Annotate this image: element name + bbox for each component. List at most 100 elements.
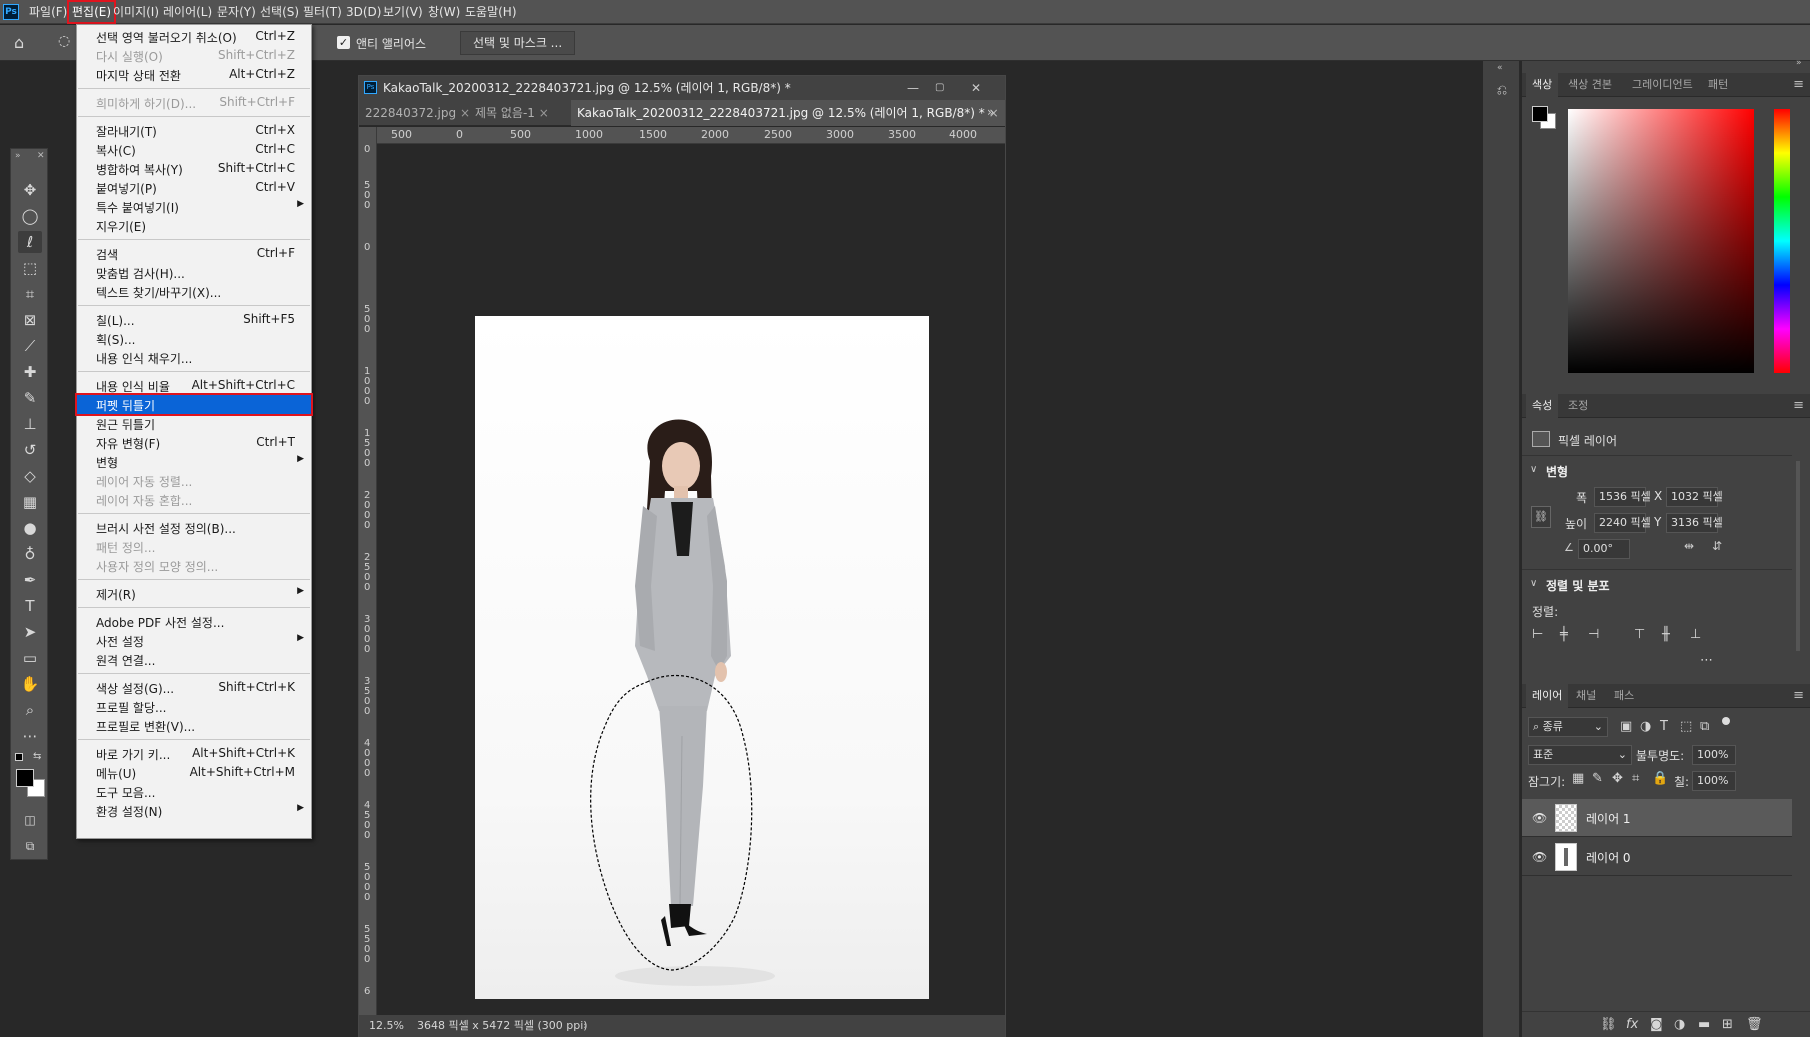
- edit-menu-item[interactable]: 메뉴(U) Alt+Shift+Ctrl+M: [77, 763, 311, 782]
- delete-layer-icon[interactable]: 🗑: [1746, 1017, 1763, 1032]
- edit-menu-item[interactable]: 지우기(E): [77, 216, 311, 235]
- adjustment-layer-icon[interactable]: ◑: [1674, 1017, 1685, 1032]
- filter-type-icon[interactable]: T: [1660, 719, 1668, 734]
- edit-menu-item[interactable]: 특수 붙여넣기(I) ▶: [77, 197, 311, 216]
- tab-kakaotalk[interactable]: KakaoTalk_20200312_2228403721.jpg @ 12.5…: [571, 100, 1005, 126]
- lock-artboard-icon[interactable]: ⌗: [1632, 771, 1639, 786]
- edit-menu-item[interactable]: 맞춤법 검사(H)...: [77, 263, 311, 282]
- panel-menu-icon[interactable]: ≡: [1793, 688, 1804, 703]
- tab-close-icon[interactable]: ×: [539, 106, 549, 120]
- edit-menu-item[interactable]: 자유 변형(F) Ctrl+T: [77, 433, 311, 452]
- chevron-down-icon[interactable]: ∨: [1530, 578, 1537, 589]
- filter-pixel-icon[interactable]: ▣: [1620, 719, 1632, 734]
- foreground-color-swatch[interactable]: [16, 769, 34, 787]
- more-tools-icon[interactable]: ⋯: [18, 725, 42, 747]
- link-icon[interactable]: ⛓: [1531, 506, 1551, 528]
- edit-menu-item[interactable]: 브러시 사전 설정 정의(B)...: [77, 518, 311, 537]
- lasso-preset-icon[interactable]: ◌: [58, 33, 70, 49]
- status-more-icon[interactable]: ›: [583, 1015, 587, 1037]
- healing-brush-tool-icon[interactable]: ✚: [18, 361, 42, 383]
- tab-222840372[interactable]: 222840372.jpg ×: [359, 100, 476, 126]
- menu-view[interactable]: 보기(V): [380, 0, 426, 24]
- filter-smart-object-icon[interactable]: ⧉: [1700, 719, 1709, 734]
- edit-menu-item[interactable]: 내용 인식 비율 Alt+Shift+Ctrl+C: [77, 376, 311, 395]
- edit-menu-item[interactable]: 검색 Ctrl+F: [77, 244, 311, 263]
- chevron-down-icon[interactable]: ∨: [1530, 464, 1537, 475]
- pen-tool-icon[interactable]: ✒: [18, 569, 42, 591]
- marquee-tool-icon[interactable]: ◯: [18, 205, 42, 227]
- align-right-icon[interactable]: ⊣: [1588, 627, 1599, 642]
- collapse-toolbar-icon[interactable]: »: [15, 151, 21, 161]
- edit-menu-item[interactable]: 색상 설정(G)... Shift+Ctrl+K: [77, 678, 311, 697]
- path-selection-tool-icon[interactable]: ➤: [18, 621, 42, 643]
- x-field[interactable]: 1032 픽셀: [1666, 487, 1723, 507]
- document-title-bar[interactable]: Ps KakaoTalk_20200312_2228403721.jpg @ 1…: [359, 76, 1005, 100]
- edit-menu-item[interactable]: 변형 ▶: [77, 452, 311, 471]
- frame-tool-icon[interactable]: ⊠: [18, 309, 42, 331]
- edit-menu-item[interactable]: 병합하여 복사(Y) Shift+Ctrl+C: [77, 159, 311, 178]
- close-icon[interactable]: ✕: [971, 76, 981, 100]
- tab-gradients[interactable]: 그레이디언트: [1626, 73, 1699, 97]
- menu-help[interactable]: 도움말(H): [462, 0, 520, 24]
- panel-menu-icon[interactable]: ≡: [1793, 398, 1804, 413]
- angle-field[interactable]: 0.00°: [1578, 539, 1630, 559]
- layer-row[interactable]: 👁 레이어 0: [1522, 838, 1792, 876]
- blur-tool-icon[interactable]: ●: [18, 517, 42, 539]
- lock-all-icon[interactable]: 🔒: [1652, 771, 1668, 786]
- maximize-icon[interactable]: ▢: [935, 76, 944, 100]
- edit-menu-item[interactable]: 도구 모음...: [77, 782, 311, 801]
- edit-menu-item[interactable]: 선택 영역 불러오기 취소(O) Ctrl+Z: [77, 27, 311, 46]
- width-field[interactable]: 1536 픽셀: [1594, 487, 1651, 507]
- edit-menu-item[interactable]: 복사(C) Ctrl+C: [77, 140, 311, 159]
- fill-field[interactable]: 100%: [1692, 771, 1736, 791]
- edit-menu-item[interactable]: Adobe PDF 사전 설정...: [77, 612, 311, 631]
- tab-swatches[interactable]: 색상 견본: [1562, 73, 1618, 97]
- eraser-tool-icon[interactable]: ◇: [18, 465, 42, 487]
- edit-menu-item[interactable]: 제거(R) ▶: [77, 584, 311, 603]
- align-left-icon[interactable]: ⊢: [1532, 627, 1543, 642]
- properties-scrollbar[interactable]: [1796, 461, 1800, 651]
- anti-alias-checkbox[interactable]: ✓: [337, 36, 350, 49]
- edit-menu-item[interactable]: 마지막 상태 전환 Alt+Ctrl+Z: [77, 65, 311, 84]
- visibility-eye-icon[interactable]: 👁: [1532, 811, 1547, 825]
- home-icon[interactable]: ⌂: [14, 33, 24, 52]
- fx-icon[interactable]: fx: [1626, 1017, 1638, 1032]
- y-field[interactable]: 3136 픽셀: [1666, 513, 1723, 533]
- flip-vertical-icon[interactable]: ⇵: [1712, 539, 1722, 553]
- new-layer-icon[interactable]: ⊞: [1722, 1017, 1733, 1032]
- edit-menu-item[interactable]: 퍼펫 뒤틀기: [75, 393, 313, 416]
- menu-type[interactable]: 문자(Y): [214, 0, 259, 24]
- menu-select[interactable]: 선택(S): [257, 0, 302, 24]
- edit-menu-item[interactable]: 내용 인식 채우기...: [77, 348, 311, 367]
- color-field[interactable]: [1568, 109, 1754, 373]
- lock-pixels-icon[interactable]: ✎: [1592, 771, 1603, 786]
- object-selection-tool-icon[interactable]: ⬚: [18, 257, 42, 279]
- tab-color[interactable]: 색상: [1526, 73, 1559, 97]
- link-layers-icon[interactable]: ⛓: [1600, 1017, 1617, 1032]
- color-fg-swatch[interactable]: [1532, 106, 1548, 122]
- select-and-mask-button[interactable]: 선택 및 마스크 ...: [460, 31, 576, 55]
- minimize-icon[interactable]: —: [907, 76, 919, 100]
- align-bottom-icon[interactable]: ⊥: [1690, 627, 1701, 642]
- tab-untitled-1[interactable]: 제목 없음-1 ×: [469, 100, 555, 126]
- panel-menu-icon[interactable]: ≡: [1793, 77, 1804, 92]
- layer-name[interactable]: 레이어 0: [1586, 849, 1631, 866]
- height-field[interactable]: 2240 픽셀: [1594, 513, 1651, 533]
- layer-filter-select[interactable]: ⌕ 종류 ⌄: [1528, 717, 1608, 737]
- blend-mode-select[interactable]: 표준 ⌄: [1528, 745, 1632, 765]
- edit-menu-item[interactable]: 프로필 할당...: [77, 697, 311, 716]
- tab-adjustments[interactable]: 조정: [1562, 394, 1594, 418]
- edit-menu-item[interactable]: 획(S)...: [77, 329, 311, 348]
- filter-shape-icon[interactable]: ⬚: [1680, 719, 1692, 734]
- collapse-panels-icon[interactable]: »: [1796, 58, 1802, 68]
- edit-menu-item[interactable]: 바로 가기 키... Alt+Shift+Ctrl+K: [77, 744, 311, 763]
- align-center-h-icon[interactable]: ╪: [1560, 627, 1568, 642]
- edit-menu-item[interactable]: 잘라내기(T) Ctrl+X: [77, 121, 311, 140]
- menu-layer[interactable]: 레이어(L): [160, 0, 215, 24]
- tab-layers[interactable]: 레이어: [1526, 684, 1569, 708]
- edit-menu-item[interactable]: 환경 설정(N) ▶: [77, 801, 311, 820]
- lock-position-icon[interactable]: ✥: [1612, 771, 1623, 786]
- lasso-tool-icon[interactable]: ℓ: [18, 231, 42, 253]
- tab-paths[interactable]: 패스: [1608, 684, 1640, 708]
- history-panel-icon[interactable]: ⎌: [1492, 83, 1512, 98]
